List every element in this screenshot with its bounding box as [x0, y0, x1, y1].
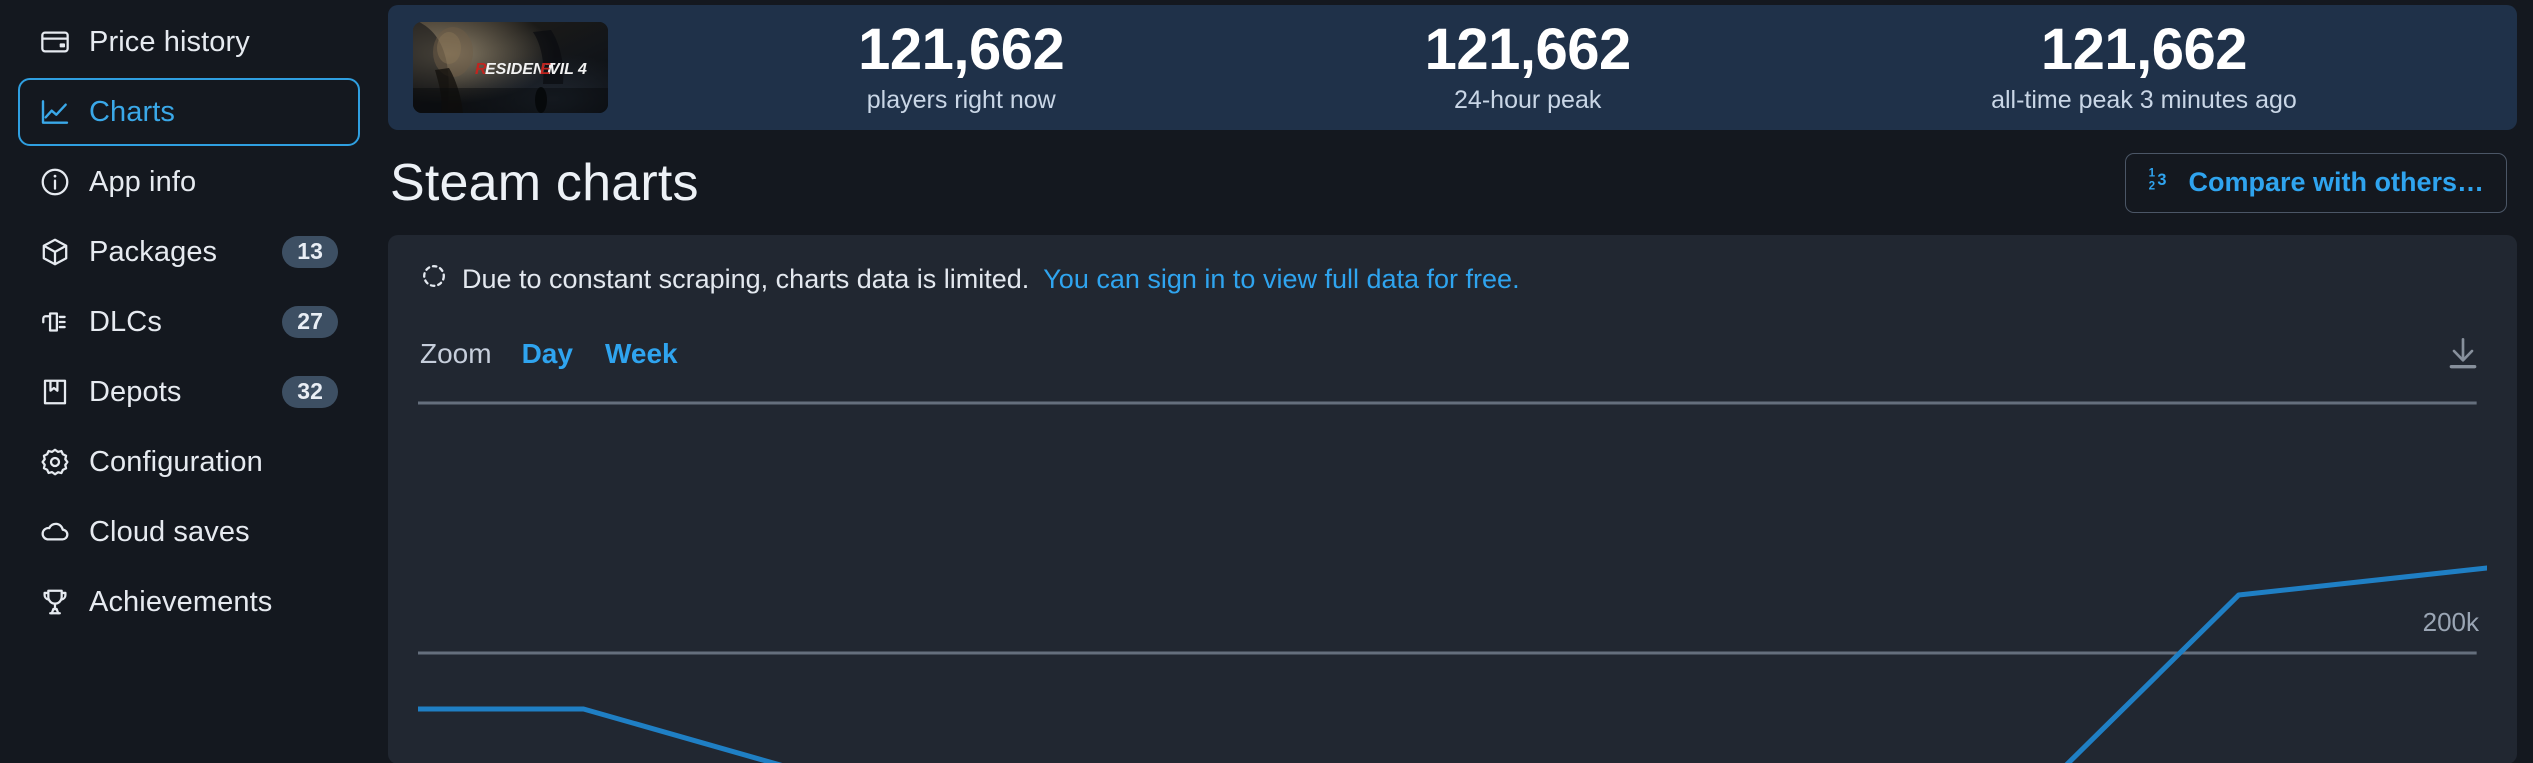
stat-group: 121,662 players right now 121,662 24-hou…	[608, 17, 2517, 115]
sidebar-item-achievements[interactable]: Achievements	[18, 568, 360, 636]
sidebar-item-label: Packages	[89, 235, 218, 268]
stat-label: all-time peak 3 minutes ago	[1991, 85, 2297, 114]
sidebar-item-configuration[interactable]: Configuration	[18, 428, 360, 496]
info-icon	[38, 165, 72, 199]
sidebar-item-label: Configuration	[89, 445, 263, 478]
cloud-icon	[38, 515, 72, 549]
sidebar-item-label: App info	[89, 165, 197, 198]
gridline-label-200k: 200k	[2422, 607, 2479, 637]
sidebar-item-label: Achievements	[89, 585, 273, 618]
notice-text: Due to constant scraping, charts data is…	[462, 264, 1030, 294]
sidebar-item-label: Price history	[89, 25, 250, 58]
sidebar-item-packages[interactable]: Packages 13	[18, 218, 360, 286]
chart-line-icon	[38, 95, 72, 129]
svg-text:2: 2	[2149, 179, 2156, 192]
player-count-line	[418, 565, 2487, 763]
book-icon	[38, 375, 72, 409]
app-page: Price history Charts App info Packages 1…	[0, 0, 2533, 763]
compare-with-others-button[interactable]: 1 2 3 Compare with others…	[2125, 152, 2507, 213]
player-stats-banner: R ESIDENT E VIL 4 121,662 players right …	[388, 5, 2517, 130]
stat-label: 24-hour peak	[1454, 85, 1602, 114]
chart-svg	[418, 401, 2487, 763]
box-icon	[38, 235, 72, 269]
stat-all-time-peak: 121,662 all-time peak 3 minutes ago	[1991, 17, 2297, 115]
zoom-label: Zoom	[420, 338, 492, 369]
svg-text:VIL 4: VIL 4	[549, 61, 587, 78]
stat-value: 121,662	[858, 17, 1065, 83]
ranking-icon: 1 2 3	[2148, 165, 2176, 200]
sidebar-item-price-history[interactable]: Price history	[18, 8, 360, 76]
zoom-option-week[interactable]: Week	[605, 338, 678, 370]
sign-in-link[interactable]: You can sign in to view full data for fr…	[1043, 264, 1519, 295]
stat-value: 121,662	[1424, 17, 1632, 83]
sidebar-item-charts[interactable]: Charts	[18, 78, 360, 146]
zoom-option-day[interactable]: Day	[522, 338, 573, 370]
sidebar-badge: 27	[282, 306, 338, 338]
page-title: Steam charts	[390, 153, 699, 212]
svg-text:3: 3	[2158, 170, 2167, 188]
sidebar: Price history Charts App info Packages 1…	[0, 0, 388, 763]
sidebar-item-cloud-saves[interactable]: Cloud saves	[18, 498, 360, 566]
game-capsule-image: R ESIDENT E VIL 4	[413, 22, 608, 113]
sidebar-badge: 13	[282, 236, 338, 268]
plug-icon	[38, 305, 72, 339]
sidebar-item-dlcs[interactable]: DLCs 27	[18, 288, 360, 356]
zoom-controls: Zoom Day Week	[418, 327, 2487, 381]
dashed-circle-icon	[420, 262, 448, 297]
sidebar-badge: 32	[282, 376, 338, 408]
compare-button-label: Compare with others…	[2188, 166, 2484, 197]
stat-label: players right now	[866, 85, 1056, 114]
svg-text:1: 1	[2149, 166, 2156, 179]
card-icon	[38, 25, 72, 59]
sidebar-item-depots[interactable]: Depots 32	[18, 358, 360, 426]
sidebar-item-label: Depots	[89, 375, 182, 408]
sidebar-item-label: Charts	[89, 95, 176, 128]
section-header: Steam charts 1 2 3 Compare with others…	[388, 130, 2517, 235]
download-icon[interactable]	[2443, 334, 2483, 374]
scraping-notice: Due to constant scraping, charts data is…	[418, 257, 2487, 297]
trophy-icon	[38, 585, 72, 619]
sidebar-item-app-info[interactable]: App info	[18, 148, 360, 216]
players-line-chart[interactable]: 200k	[418, 395, 2487, 763]
sidebar-item-label: DLCs	[89, 305, 162, 338]
stat-value: 121,662	[2040, 17, 2248, 83]
charts-card: Due to constant scraping, charts data is…	[388, 235, 2517, 763]
sidebar-item-label: Cloud saves	[89, 515, 250, 548]
gear-icon	[38, 445, 72, 479]
stat-24h-peak: 121,662 24-hour peak	[1424, 17, 1632, 115]
stat-players-now: 121,662 players right now	[858, 17, 1065, 115]
main-content: R ESIDENT E VIL 4 121,662 players right …	[388, 0, 2533, 763]
